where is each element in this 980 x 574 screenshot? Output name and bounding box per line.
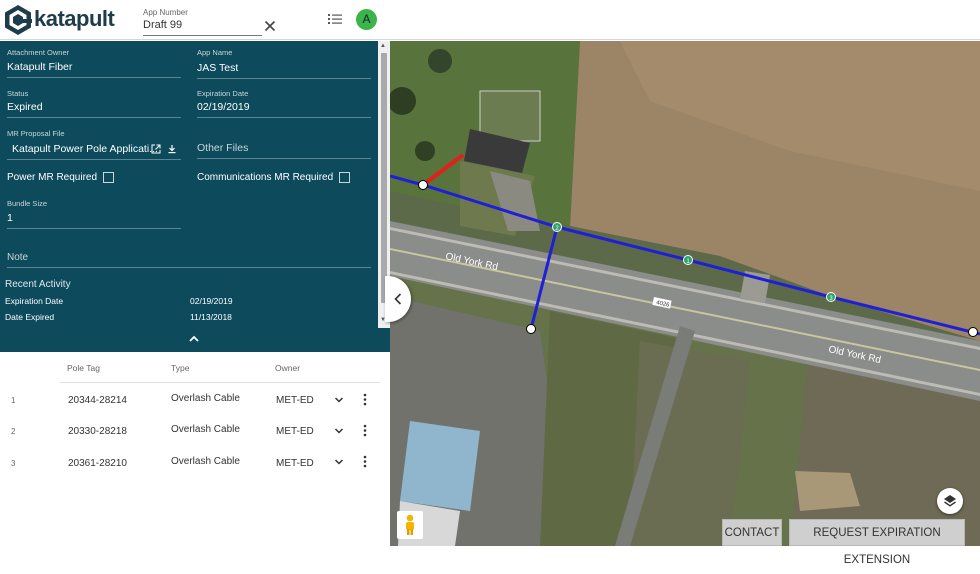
- chevron-down-icon[interactable]: [334, 458, 344, 466]
- download-icon[interactable]: [167, 144, 177, 154]
- pole-tag-cell: 20361-28210: [68, 458, 127, 469]
- type-cell: Overlash Cable: [171, 456, 240, 467]
- activity-value: 11/13/2018: [190, 312, 232, 322]
- type-cell: Overlash Cable: [171, 424, 240, 435]
- table-row[interactable]: 1 20344-28214 Overlash Cable MET-ED: [0, 389, 390, 420]
- table-row[interactable]: 3 20361-28210 Overlash Cable MET-ED: [0, 452, 390, 483]
- activity-label: Expiration Date: [5, 296, 64, 306]
- expiration-date-field[interactable]: 02/19/2019: [197, 101, 371, 118]
- avatar[interactable]: A: [356, 9, 377, 30]
- column-header-pole-tag[interactable]: Pole Tag: [67, 363, 100, 373]
- pole-tag-cell: 20330-28218: [68, 426, 127, 437]
- row-index: 1: [11, 396, 16, 405]
- request-expiration-extension-button[interactable]: REQUEST EXPIRATION EXTENSION: [789, 519, 965, 566]
- status-field[interactable]: Expired: [7, 101, 181, 118]
- chevron-left-icon: [394, 293, 402, 305]
- bundle-size-field[interactable]: 1: [7, 212, 181, 229]
- activity-value: 02/19/2019: [190, 296, 233, 306]
- app-header: katapult App Number Draft 99 A: [0, 0, 980, 40]
- more-vert-icon[interactable]: [362, 393, 368, 406]
- note-field[interactable]: Note: [7, 252, 371, 268]
- attachment-owner-label: Attachment Owner: [7, 48, 70, 57]
- chevron-up-icon[interactable]: [188, 334, 200, 344]
- mr-proposal-filename: Katapult Power Pole Applicati...: [12, 143, 158, 155]
- activity-label: Date Expired: [5, 312, 55, 322]
- close-icon[interactable]: [264, 19, 276, 33]
- more-vert-icon[interactable]: [362, 455, 368, 468]
- attachment-owner-field[interactable]: Katapult Fiber: [7, 61, 181, 78]
- type-cell: Overlash Cable: [171, 393, 240, 404]
- bundle-size-label: Bundle Size: [7, 199, 48, 208]
- comm-mr-label: Communications MR Required: [197, 172, 334, 183]
- brand-name: katapult: [34, 6, 115, 31]
- list-icon[interactable]: [328, 12, 342, 26]
- pegman-icon: [406, 514, 414, 535]
- power-mr-label: Power MR Required: [7, 172, 98, 183]
- owner-cell: MET-ED: [276, 426, 314, 437]
- owner-cell: MET-ED: [276, 395, 314, 406]
- pole-table: Pole Tag Type Owner 1 20344-28214 Overla…: [0, 352, 390, 546]
- app-name-field[interactable]: JAS Test: [197, 62, 371, 79]
- scroll-up-arrow-icon[interactable]: ▲: [380, 43, 386, 49]
- expiration-date-label: Expiration Date: [197, 89, 249, 98]
- recent-activity-title: Recent Activity: [5, 279, 71, 290]
- power-mr-checkbox[interactable]: [103, 172, 114, 183]
- column-header-type[interactable]: Type: [171, 363, 189, 373]
- app-number-label: App Number: [143, 8, 188, 17]
- scrollbar-thumb[interactable]: [381, 53, 387, 303]
- satellite-map[interactable]: 2 1 3 Old York Rd Old York Rd 4026: [390, 41, 980, 546]
- application-details-panel: Attachment Owner Katapult Fiber App Name…: [0, 41, 390, 352]
- layers-icon: [944, 495, 956, 507]
- chevron-down-icon[interactable]: [334, 427, 344, 435]
- app-number-input[interactable]: Draft 99: [143, 19, 262, 36]
- comm-mr-checkbox[interactable]: [339, 172, 350, 183]
- other-files-field[interactable]: Other Files: [197, 142, 371, 159]
- table-row[interactable]: 2 20330-28218 Overlash Cable MET-ED: [0, 421, 390, 452]
- chevron-down-icon[interactable]: [334, 396, 344, 404]
- open-external-icon[interactable]: [151, 144, 161, 154]
- owner-cell: MET-ED: [276, 458, 314, 469]
- more-vert-icon[interactable]: [362, 424, 368, 437]
- pole-tag-cell: 20344-28214: [68, 395, 127, 406]
- row-index: 2: [11, 427, 16, 436]
- contact-button[interactable]: CONTACT: [722, 519, 782, 546]
- street-view-button[interactable]: [397, 511, 423, 539]
- map-canvas[interactable]: 2 1 3 Old York Rd Old York Rd 4026: [390, 41, 980, 546]
- mr-proposal-label: MR Proposal File: [7, 129, 65, 138]
- katapult-logo-icon: [5, 5, 32, 35]
- status-label: Status: [7, 89, 29, 98]
- row-index: 3: [11, 459, 16, 468]
- header-divider: [60, 382, 380, 383]
- app-name-label: App Name: [197, 48, 233, 57]
- column-header-owner[interactable]: Owner: [275, 363, 300, 373]
- layers-button[interactable]: [937, 488, 963, 514]
